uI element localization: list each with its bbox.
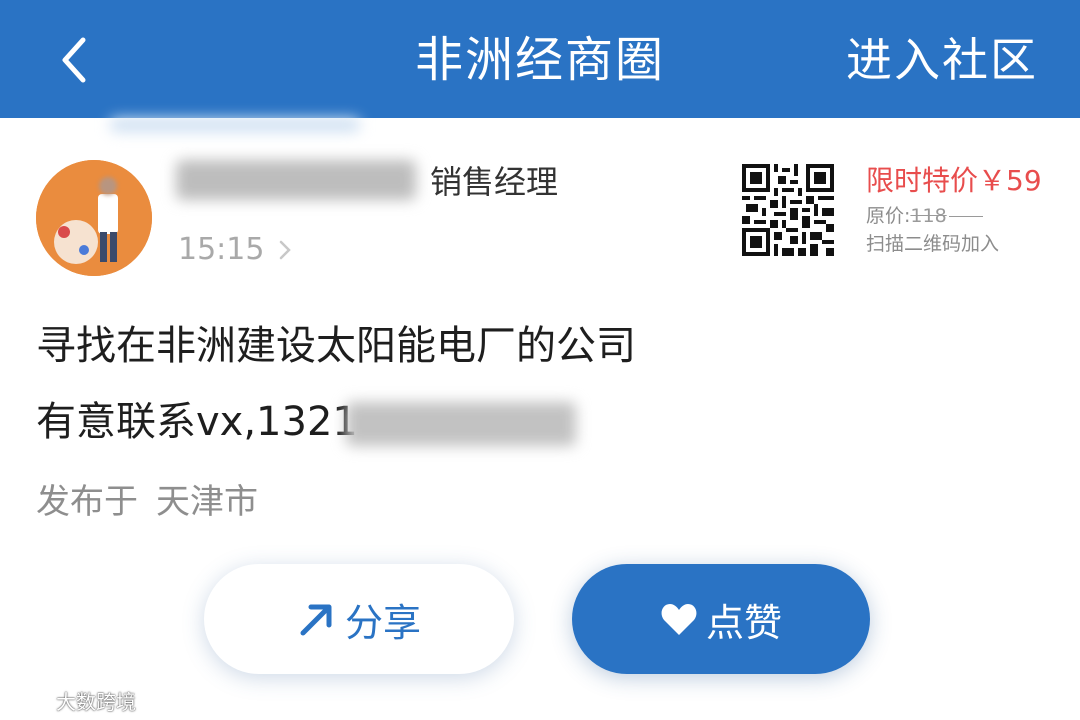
watermark: 大数跨境	[8, 686, 136, 715]
qr-code-icon[interactable]	[742, 164, 834, 256]
post-time: 15:15	[178, 232, 265, 267]
watermark-logo-icon	[8, 691, 51, 710]
promo-box: 限时特价￥59 原价:118 扫描二维码加入	[866, 162, 1042, 258]
post-content-line-1: 寻找在非洲建设太阳能电厂的公司	[36, 323, 636, 369]
post-time-row[interactable]: 15:15	[178, 228, 292, 272]
original-price-row: 原价:118	[866, 202, 1042, 230]
avatar[interactable]	[36, 160, 152, 276]
avatar-illustration	[36, 160, 152, 276]
redacted-strip	[110, 118, 360, 132]
like-label: 点赞	[705, 600, 782, 645]
top-bar: 非洲经商圈 进入社区	[0, 0, 1080, 118]
special-price: 限时特价￥59	[866, 164, 1042, 197]
strike-tail	[948, 216, 983, 217]
chevron-right-icon	[280, 240, 292, 260]
watermark-text: 大数跨境	[56, 690, 136, 714]
enter-community-link[interactable]: 进入社区	[846, 28, 1038, 92]
original-price: 118	[910, 205, 947, 227]
scan-hint: 扫描二维码加入	[866, 233, 1000, 255]
author-role: 销售经理	[430, 163, 559, 201]
post-content-line-2: 有意联系vx,1321	[36, 399, 358, 445]
location-prefix: 发布于	[36, 482, 138, 522]
redacted-username	[176, 160, 416, 200]
share-button[interactable]: 分享	[204, 564, 514, 674]
like-button[interactable]: 点赞	[572, 564, 870, 674]
original-price-label: 原价:	[866, 205, 911, 227]
redacted-contact	[346, 402, 576, 446]
arrow-up-right-icon	[300, 604, 332, 636]
location-row: 发布于 天津市	[36, 478, 258, 526]
heart-icon	[661, 604, 697, 635]
location-city: 天津市	[156, 482, 258, 522]
share-label: 分享	[344, 600, 421, 645]
